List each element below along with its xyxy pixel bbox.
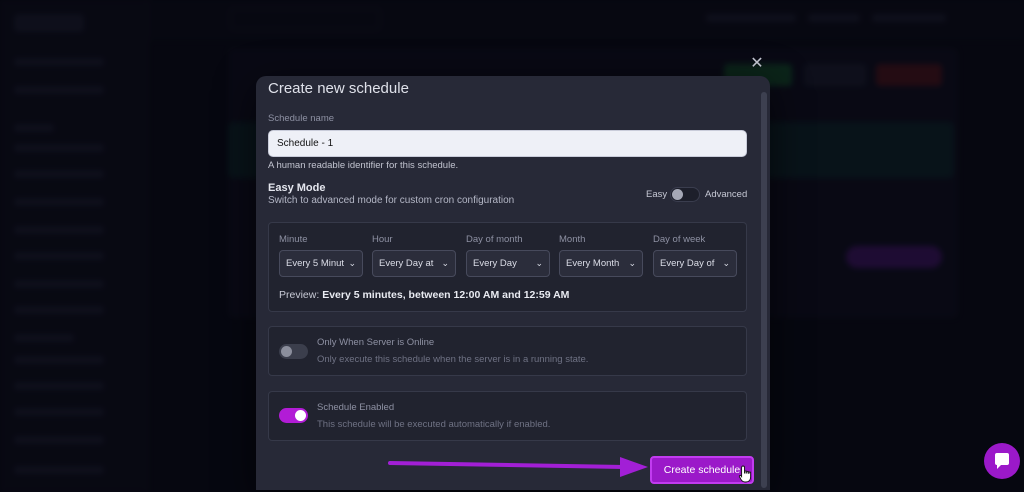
chevron-down-icon: ⌄ [348,258,356,268]
chevron-down-icon: ⌄ [441,258,449,268]
easy-mode-title: Easy Mode [268,182,326,194]
preview-prefix: Preview: [279,289,320,301]
switch-knob [295,410,306,421]
minute-select[interactable]: Every 5 Minut ⌄ [279,250,363,277]
month-select-value: Every Month [566,258,620,269]
chat-widget-button[interactable] [984,443,1020,479]
day-of-month-select-value: Every Day [473,258,517,269]
minute-label: Minute [279,234,308,245]
day-of-month-label: Day of month [466,234,523,245]
day-of-week-label: Day of week [653,234,706,245]
mode-easy-label: Easy [646,189,668,200]
day-of-week-select-value: Every Day of [660,258,715,269]
switch-knob [281,346,292,357]
toggle-knob [672,189,683,200]
day-of-week-select[interactable]: Every Day of ⌄ [653,250,737,277]
hand-cursor-icon [738,465,752,483]
schedule-enabled-title: Schedule Enabled [317,402,395,413]
modal-title: Create new schedule [268,80,409,97]
day-of-month-select[interactable]: Every Day ⌄ [466,250,550,277]
month-label: Month [559,234,586,245]
preview-value: Every 5 minutes, between 12:00 AM and 12… [322,289,570,301]
mode-advanced-label: Advanced [705,189,748,200]
easy-mode-subtitle: Switch to advanced mode for custom cron … [268,195,515,206]
schedule-enabled-option [268,391,747,441]
chevron-down-icon: ⌄ [628,258,636,268]
modal-scrollbar[interactable] [761,92,767,488]
chevron-down-icon: ⌄ [535,258,543,268]
chevron-down-icon: ⌄ [722,258,730,268]
hour-select-value: Every Day at [379,258,434,269]
schedule-name-input[interactable] [268,130,747,157]
only-online-switch[interactable] [279,344,308,359]
schedule-name-label: Schedule name [268,113,335,124]
mode-toggle[interactable] [670,187,700,202]
month-select[interactable]: Every Month ⌄ [559,250,643,277]
schedule-enabled-switch[interactable] [279,408,308,423]
schedule-enabled-description: This schedule will be executed automatic… [317,419,551,430]
annotation-arrow-icon [388,457,648,477]
hour-label: Hour [372,234,393,245]
only-online-title: Only When Server is Online [317,337,435,348]
chat-icon [995,453,1009,469]
close-icon[interactable]: ✕ [749,56,765,72]
minute-select-value: Every 5 Minut [286,258,345,269]
only-online-description: Only execute this schedule when the serv… [317,354,589,365]
cron-preview: Preview: Every 5 minutes, between 12:00 … [279,289,569,301]
only-online-option [268,326,747,376]
hour-select[interactable]: Every Day at ⌄ [372,250,456,277]
schedule-name-hint: A human readable identifier for this sch… [268,160,459,171]
